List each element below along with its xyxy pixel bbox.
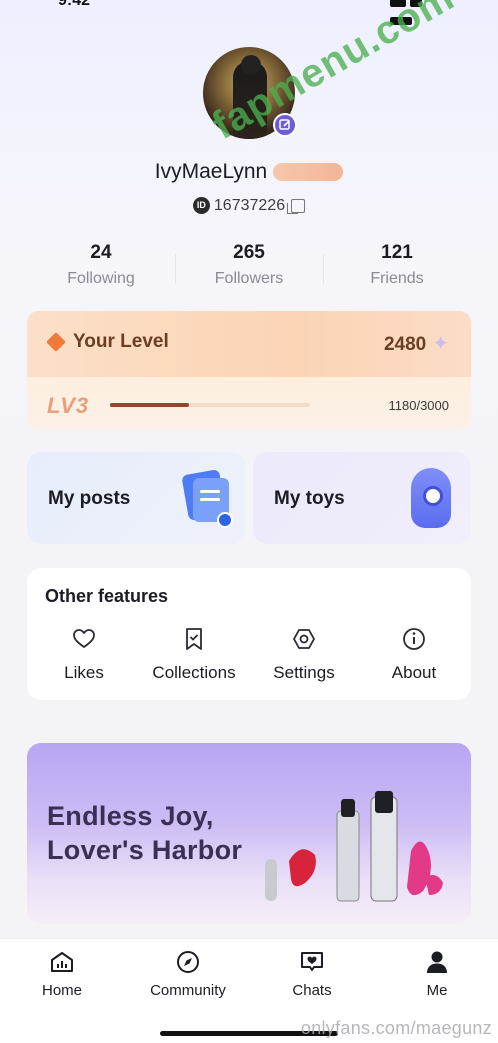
tab-label: Me bbox=[426, 982, 448, 999]
vip-badge bbox=[273, 163, 344, 182]
toy-device-icon bbox=[411, 468, 451, 528]
features-row: Likes Collections Settings About bbox=[29, 626, 469, 690]
products-image bbox=[265, 791, 443, 902]
bookmark-icon bbox=[186, 628, 202, 650]
feature-label: About bbox=[391, 663, 437, 682]
stat-friends[interactable]: 121 Friends bbox=[323, 240, 471, 296]
level-progress-fill bbox=[110, 403, 189, 407]
username: IvyMaeLynn bbox=[154, 160, 268, 183]
user-id: 16737226 bbox=[213, 197, 286, 214]
feature-label: Settings bbox=[273, 663, 335, 682]
diamond-icon bbox=[46, 332, 66, 352]
feature-label: Collections bbox=[152, 663, 236, 682]
level-title: Your Level bbox=[73, 331, 169, 352]
stat-label: Following bbox=[67, 270, 135, 287]
home-chart-icon bbox=[51, 952, 73, 972]
my-toys-label: My toys bbox=[274, 488, 345, 509]
my-toys-button[interactable]: My toys bbox=[253, 452, 471, 544]
feature-about[interactable]: About bbox=[359, 626, 469, 690]
level-badge: LV3 bbox=[47, 393, 90, 418]
level-points: 2480 bbox=[383, 334, 427, 355]
tab-chats[interactable]: Chats bbox=[262, 949, 362, 999]
my-posts-label: My posts bbox=[48, 488, 131, 509]
stat-followers[interactable]: 265 Followers bbox=[175, 240, 323, 296]
stats-row: 24 Following 265 Followers 121 Friends bbox=[27, 240, 471, 296]
features-title: Other features bbox=[45, 586, 169, 606]
username-row: IvyMaeLynn bbox=[0, 160, 498, 184]
heart-icon bbox=[73, 629, 95, 648]
copy-icon[interactable] bbox=[287, 198, 306, 214]
level-points-row: 2480 ✦ bbox=[384, 331, 449, 356]
other-features-card: Other features Likes Collections Setting… bbox=[27, 568, 471, 700]
status-time: 9:42 bbox=[58, 0, 91, 9]
stat-value: 24 bbox=[90, 242, 112, 263]
settings-hexagon-icon bbox=[293, 629, 315, 649]
promo-banner[interactable]: Endless Joy, Lover's Harbor bbox=[27, 743, 471, 924]
banner-headline-2: Lover's Harbor bbox=[47, 835, 243, 865]
user-id-row: ID 16737226 bbox=[0, 197, 498, 215]
stat-value: 265 bbox=[233, 242, 265, 263]
tab-label: Home bbox=[41, 982, 82, 999]
my-posts-button[interactable]: My posts bbox=[27, 452, 245, 544]
posts-document-icon bbox=[181, 469, 233, 528]
feature-settings[interactable]: Settings bbox=[249, 626, 359, 690]
site-watermark: onlyfans.com/maegunz bbox=[300, 1018, 492, 1038]
compass-icon bbox=[177, 951, 199, 973]
sparkle-icon: ✦ bbox=[432, 333, 449, 355]
person-icon bbox=[427, 951, 447, 973]
level-card[interactable]: Your Level 2480 ✦ LV3 1180/3000 bbox=[27, 311, 471, 430]
level-header: Your Level 2480 ✦ bbox=[27, 311, 471, 377]
feature-likes[interactable]: Likes bbox=[29, 626, 139, 690]
stat-value: 121 bbox=[381, 242, 413, 263]
tab-label: Community bbox=[150, 982, 226, 999]
stat-following[interactable]: 24 Following bbox=[27, 240, 175, 296]
tab-me[interactable]: Me bbox=[387, 949, 487, 999]
chat-heart-icon bbox=[301, 952, 323, 971]
tab-label: Chats bbox=[292, 982, 332, 999]
stat-label: Friends bbox=[370, 270, 424, 287]
info-icon bbox=[403, 628, 425, 650]
level-title-row: Your Level bbox=[46, 331, 169, 353]
level-progress-text: 1180/3000 bbox=[388, 398, 450, 413]
feature-collections[interactable]: Collections bbox=[139, 626, 249, 690]
level-progress-bar bbox=[110, 403, 310, 407]
bottom-tab-bar: Home Community Chats Me onlyfans.com/mae… bbox=[0, 938, 498, 1043]
feature-label: Likes bbox=[64, 663, 104, 682]
id-icon: ID bbox=[192, 197, 210, 215]
stat-label: Followers bbox=[214, 270, 284, 287]
tab-home[interactable]: Home bbox=[12, 949, 112, 999]
tab-community[interactable]: Community bbox=[138, 949, 238, 999]
banner-headline-1: Endless Joy, bbox=[47, 801, 214, 831]
